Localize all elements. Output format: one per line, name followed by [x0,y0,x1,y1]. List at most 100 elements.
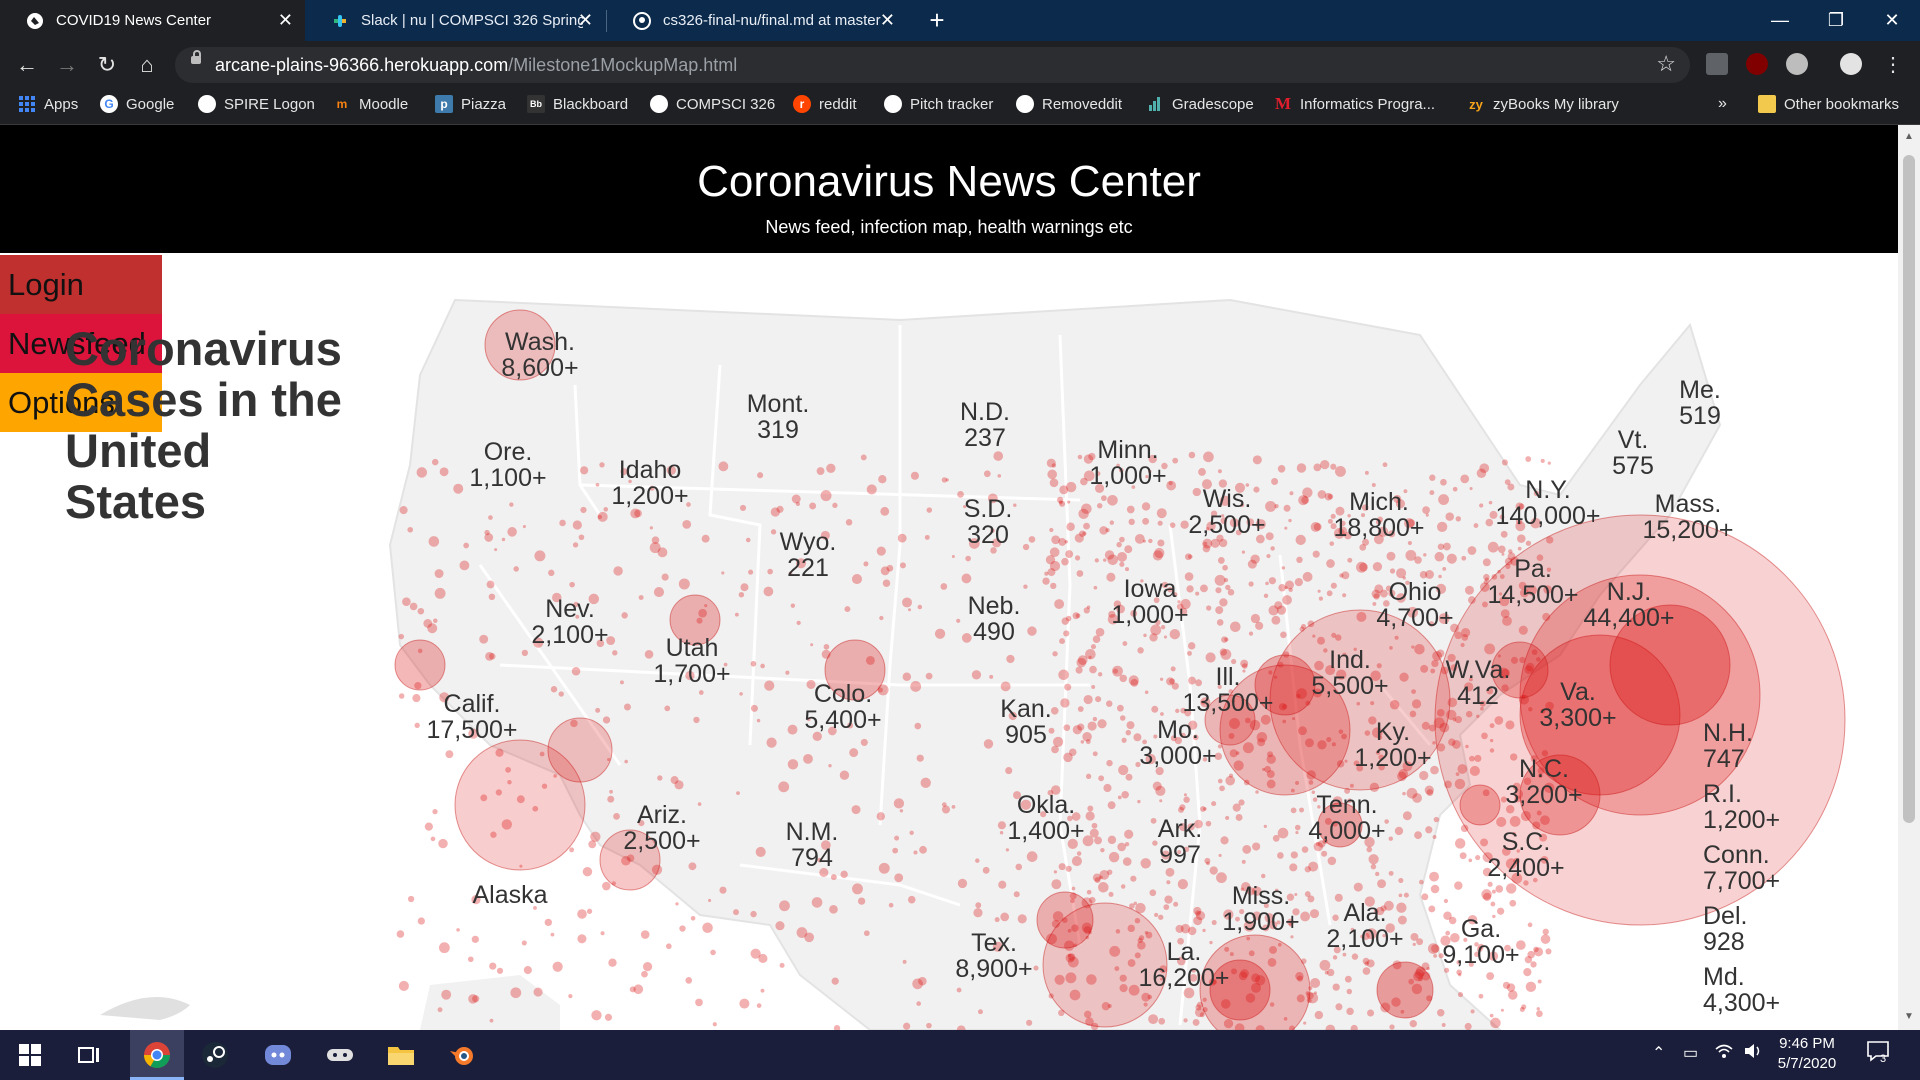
county-dot [998,880,1007,889]
bookmark-moodle[interactable]: m Moodle [333,95,409,113]
county-dot [467,956,474,963]
county-dot [1091,685,1096,689]
county-dot [810,643,814,647]
county-dot [956,987,962,993]
address-bar[interactable]: arcane-plains-96366.herokuapp.com/Milest… [175,47,1690,83]
county-dot [878,475,887,484]
restore-button[interactable]: ❐ [1808,0,1864,41]
ublock-icon[interactable] [1746,53,1768,75]
wifi-icon[interactable] [1715,1043,1733,1064]
new-tab-button[interactable]: + [922,6,952,36]
county-dot [1547,461,1551,465]
county-dot [445,750,454,759]
county-dot [1026,851,1038,862]
extension-icon[interactable] [1706,53,1728,75]
bookmark-removeddit[interactable]: Removeddit [1016,95,1122,113]
bookmark-star-icon[interactable]: ☆ [1656,51,1676,77]
bookmark-google[interactable]: G Google [100,95,174,113]
county-dot [1274,504,1279,509]
back-arrow-icon[interactable]: ← [12,50,42,80]
bookmark-compsci-326[interactable]: COMPSCI 326 [650,95,775,113]
bookmark-pitch-tracker[interactable]: Pitch tracker [884,95,993,113]
file-explorer-icon[interactable] [383,1037,419,1073]
blender-icon[interactable] [444,1037,480,1073]
task-view-icon[interactable] [71,1037,107,1073]
forward-arrow-icon[interactable]: → [52,50,82,80]
county-dot [1382,462,1388,468]
menu-login-button[interactable]: Login [0,255,162,314]
county-dot [588,840,597,849]
county-dot [1177,878,1189,890]
battery-icon[interactable]: ▭ [1683,1043,1698,1063]
profile-avatar-icon[interactable] [1840,53,1862,75]
county-dot [550,686,558,693]
county-dot [1065,615,1072,622]
county-dot [1165,867,1175,877]
bookmark-zybooks[interactable]: zy zyBooks My library [1467,95,1619,113]
bookmark-blackboard[interactable]: Bb Blackboard [527,95,628,113]
show-hidden-icons-chevron-icon[interactable]: ⌃ [1652,1043,1665,1063]
bookmark-spire-logon[interactable]: SPIRE Logon [198,95,315,113]
county-dot [463,542,469,549]
close-icon[interactable]: ✕ [880,10,895,31]
bookmark-piazza[interactable]: p Piazza [435,95,506,113]
county-dot [1225,815,1230,821]
close-icon[interactable]: ✕ [578,10,593,31]
county-dot [916,1001,921,1006]
home-icon[interactable]: ⌂ [132,50,162,80]
steam-icon[interactable] [197,1037,233,1073]
tab-slack[interactable]: Slack | nu | COMPSCI 326 Spring ✕ [305,0,605,41]
county-dot [888,902,894,908]
bookmark-reddit[interactable]: r reddit [793,95,857,113]
county-dot [1469,487,1473,491]
chrome-icon[interactable] [139,1037,175,1073]
county-dot [1202,544,1211,553]
bookmarks-overflow-button[interactable]: » [1718,95,1727,113]
county-dot [1200,806,1206,812]
page-scrollbar[interactable]: ▲ ▼ [1898,125,1920,1030]
windows-start-icon[interactable] [12,1037,48,1073]
county-dot [909,830,914,835]
tab-github[interactable]: cs326-final-nu/final.md at master ✕ [607,0,907,41]
volume-icon[interactable] [1744,1043,1762,1064]
county-dot [572,542,579,548]
county-dot [509,502,514,507]
discord-icon[interactable] [260,1037,296,1073]
county-dot [1064,540,1068,544]
tab-covid-news-center[interactable]: COVID19 News Center ✕ [0,0,305,41]
bookmark-informatics[interactable]: M Informatics Progra... [1274,94,1435,113]
county-dot [577,934,587,944]
county-dot [845,519,853,526]
county-dot [1093,585,1098,590]
notification-center-icon[interactable]: 3 [1866,1039,1890,1068]
scroll-down-arrow-icon[interactable]: ▼ [1904,1011,1914,1022]
scroll-thumb[interactable] [1903,155,1915,823]
lock-icon[interactable] [191,50,201,64]
reload-icon[interactable]: ↻ [92,50,122,80]
extension-bubble-icon[interactable] [1786,53,1808,75]
county-dot [407,895,415,903]
county-dot [1299,807,1305,813]
county-dot [767,568,773,575]
minimize-button[interactable]: — [1752,0,1808,41]
county-dot [1188,451,1196,459]
game-icon[interactable] [322,1037,358,1073]
county-dot [1487,881,1493,887]
close-icon[interactable]: ✕ [278,10,293,31]
county-dot [1270,546,1275,551]
bookmark-gradescope[interactable]: Gradescope [1146,95,1254,113]
county-dot [920,777,931,788]
county-dot [1125,773,1133,781]
kebab-menu-icon[interactable]: ⋮ [1878,50,1908,80]
county-dot [951,804,956,809]
bookmark-apps[interactable]: Apps [18,95,78,113]
county-dot [816,467,825,475]
county-dot [453,483,464,494]
scroll-up-arrow-icon[interactable]: ▲ [1904,131,1914,142]
state-count-label: 5,500+ [1311,672,1388,700]
close-window-button[interactable]: ✕ [1864,0,1920,41]
state-count-label: 1,200+ [611,482,688,510]
bookmark-other-bookmarks[interactable]: Other bookmarks [1758,95,1899,113]
taskbar-clock[interactable]: 9:46 PM 5/7/2020 [1762,1034,1852,1074]
county-dot [1263,593,1269,599]
